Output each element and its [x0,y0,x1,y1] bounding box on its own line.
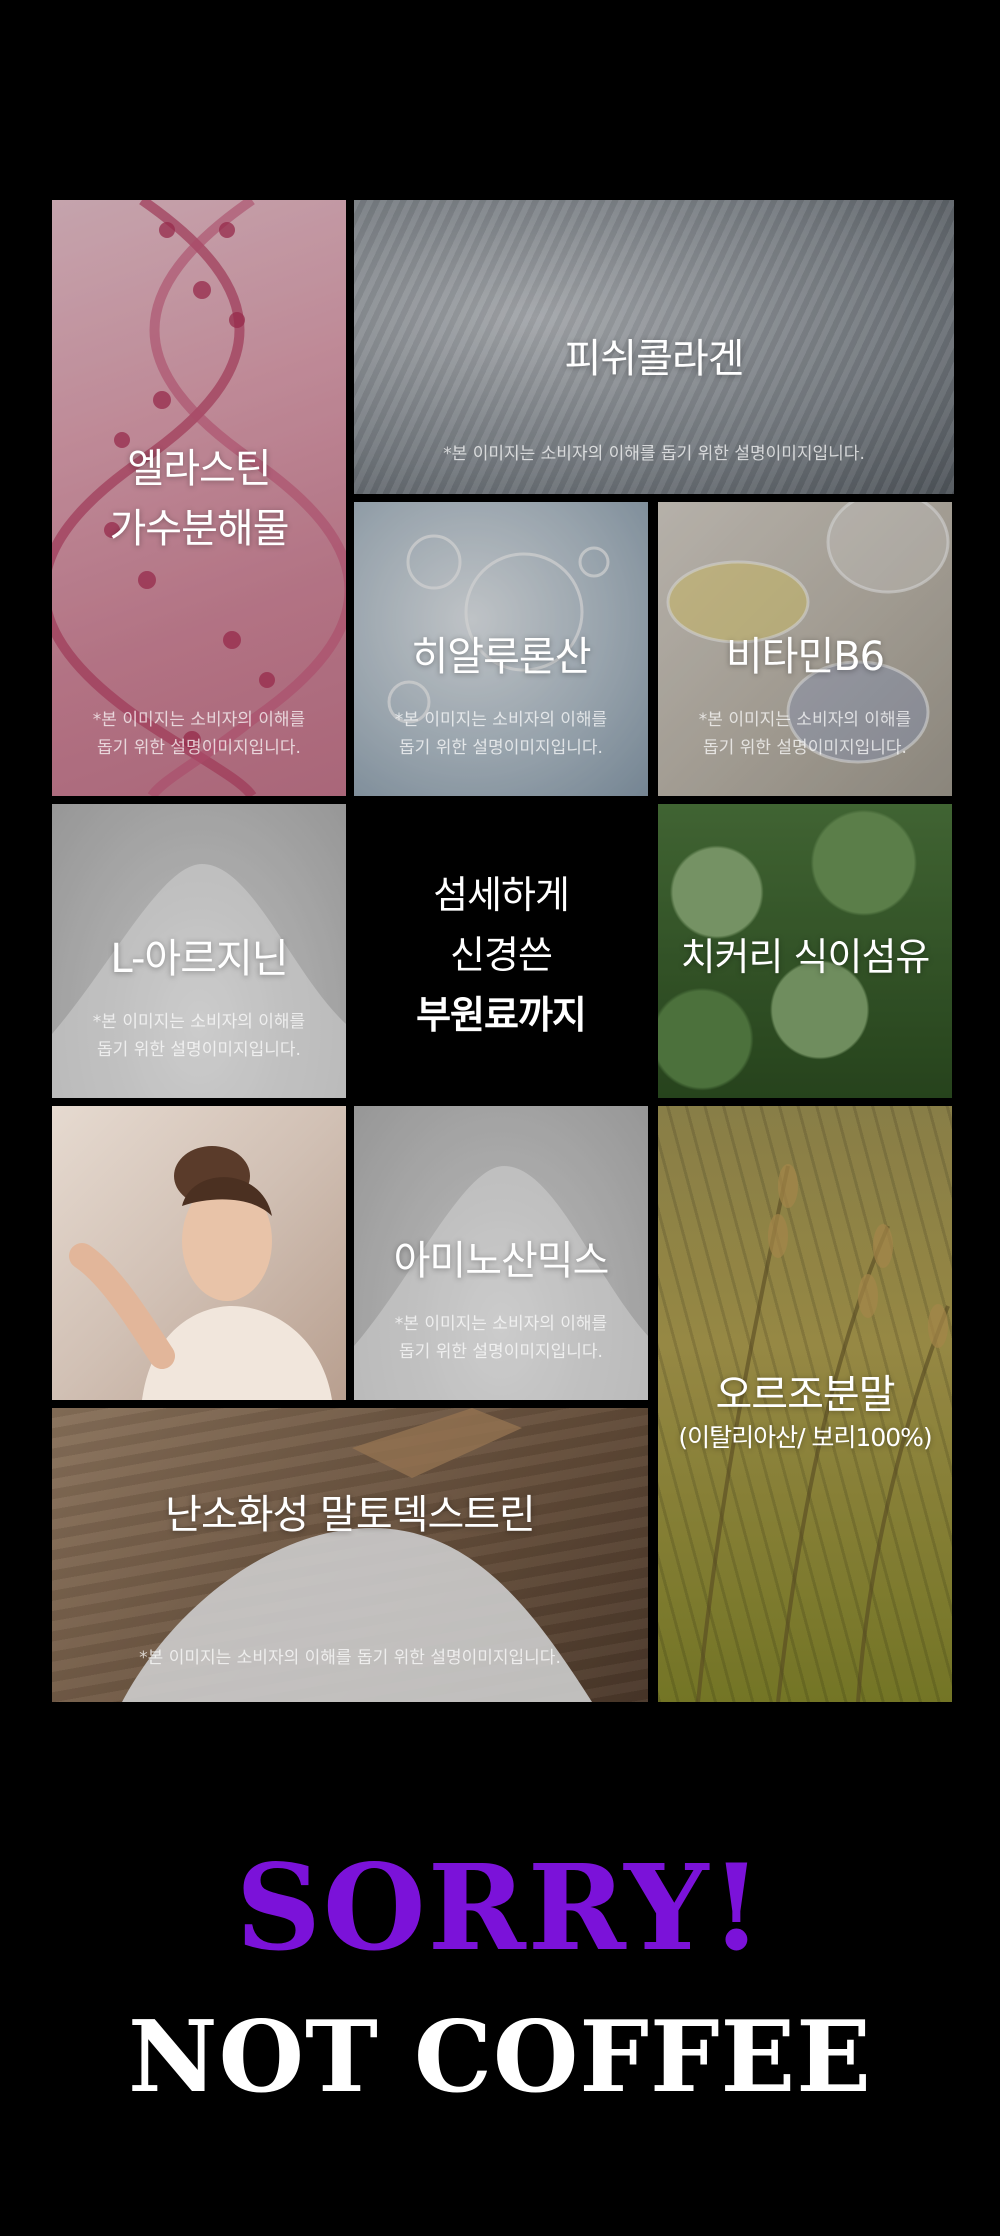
woman-portrait-illustration [69,1146,332,1400]
tile-title: 치커리 식이섬유 [680,935,931,979]
disclaimer-note: *본 이미지는 소비자의 이해를 [394,710,608,730]
disclaimer-note: *본 이미지는 소비자의 이해를 돕기 위한 설명이미지입니다. [139,1648,561,1668]
center-line: 섬세하게 [433,873,570,917]
headline-sorry: SORRY! [235,1838,765,1977]
disclaimer-note: 돕기 위한 설명이미지입니다. [399,738,603,758]
tile-title: 난소화성 말토덱스트린 [165,1492,536,1538]
tile-orzo-powder: 오르조분말 (이탈리아산/ 보리100%) [658,1106,952,1702]
disclaimer-note: *본 이미지는 소비자의 이해를 [92,1012,306,1032]
tile-title: 피쉬콜라겐 [564,336,745,382]
tile-fish-collagen: 피쉬콜라겐 *본 이미지는 소비자의 이해를 돕기 위한 설명이미지입니다. [354,200,954,494]
headline-not-coffee: NOT COFFEE [128,2000,872,2115]
disclaimer-note: *본 이미지는 소비자의 이해를 돕기 위한 설명이미지입니다. [443,444,865,464]
disclaimer-note: *본 이미지는 소비자의 이해를 [92,710,306,730]
tile-hyaluronic-acid: 히알루론산 *본 이미지는 소비자의 이해를 돕기 위한 설명이미지입니다. [354,502,648,796]
disclaimer-note: *본 이미지는 소비자의 이해를 [698,710,912,730]
disclaimer-note: 돕기 위한 설명이미지입니다. [399,1342,603,1362]
disclaimer-note: 돕기 위한 설명이미지입니다. [97,1040,301,1060]
disclaimer-note: 돕기 위한 설명이미지입니다. [703,738,907,758]
tile-title: 아미노산믹스 [393,1238,610,1284]
tile-title: 가수분해물 [109,506,290,552]
disclaimer-note: 돕기 위한 설명이미지입니다. [97,738,301,758]
tile-title: 히알루론산 [411,634,592,680]
tile-chicory-fiber: 치커리 식이섬유 [658,804,952,1098]
tile-title: L-아르지닌 [110,936,288,982]
center-line: 신경쓴 [450,933,553,977]
tile-amino-acid-mix: 아미노산믹스 *본 이미지는 소비자의 이해를 돕기 위한 설명이미지입니다. [354,1106,648,1400]
tile-maltodextrin: 난소화성 말토덱스트린 *본 이미지는 소비자의 이해를 돕기 위한 설명이미지… [52,1408,648,1702]
tile-center-message: 섬세하게 신경쓴 부원료까지 [354,804,648,1098]
tile-vitamin-b6: 비타민B6 *본 이미지는 소비자의 이해를 돕기 위한 설명이미지입니다. [658,502,952,796]
center-line-emphasis: 부원료까지 [416,993,587,1037]
tile-title: 엘라스틴 [127,446,271,492]
tile-title: 비타민B6 [725,634,885,680]
tile-model-photo [52,1106,346,1400]
disclaimer-note: *본 이미지는 소비자의 이해를 [394,1314,608,1334]
tile-title: 오르조분말 [715,1372,896,1418]
tile-elastin: 엘라스틴 가수분해물 *본 이미지는 소비자의 이해를 돕기 위한 설명이미지입… [52,200,346,796]
tile-l-arginine: L-아르지닌 *본 이미지는 소비자의 이해를 돕기 위한 설명이미지입니다. [52,804,346,1098]
tile-subtitle: (이탈리아산/ 보리100%) [678,1423,932,1452]
